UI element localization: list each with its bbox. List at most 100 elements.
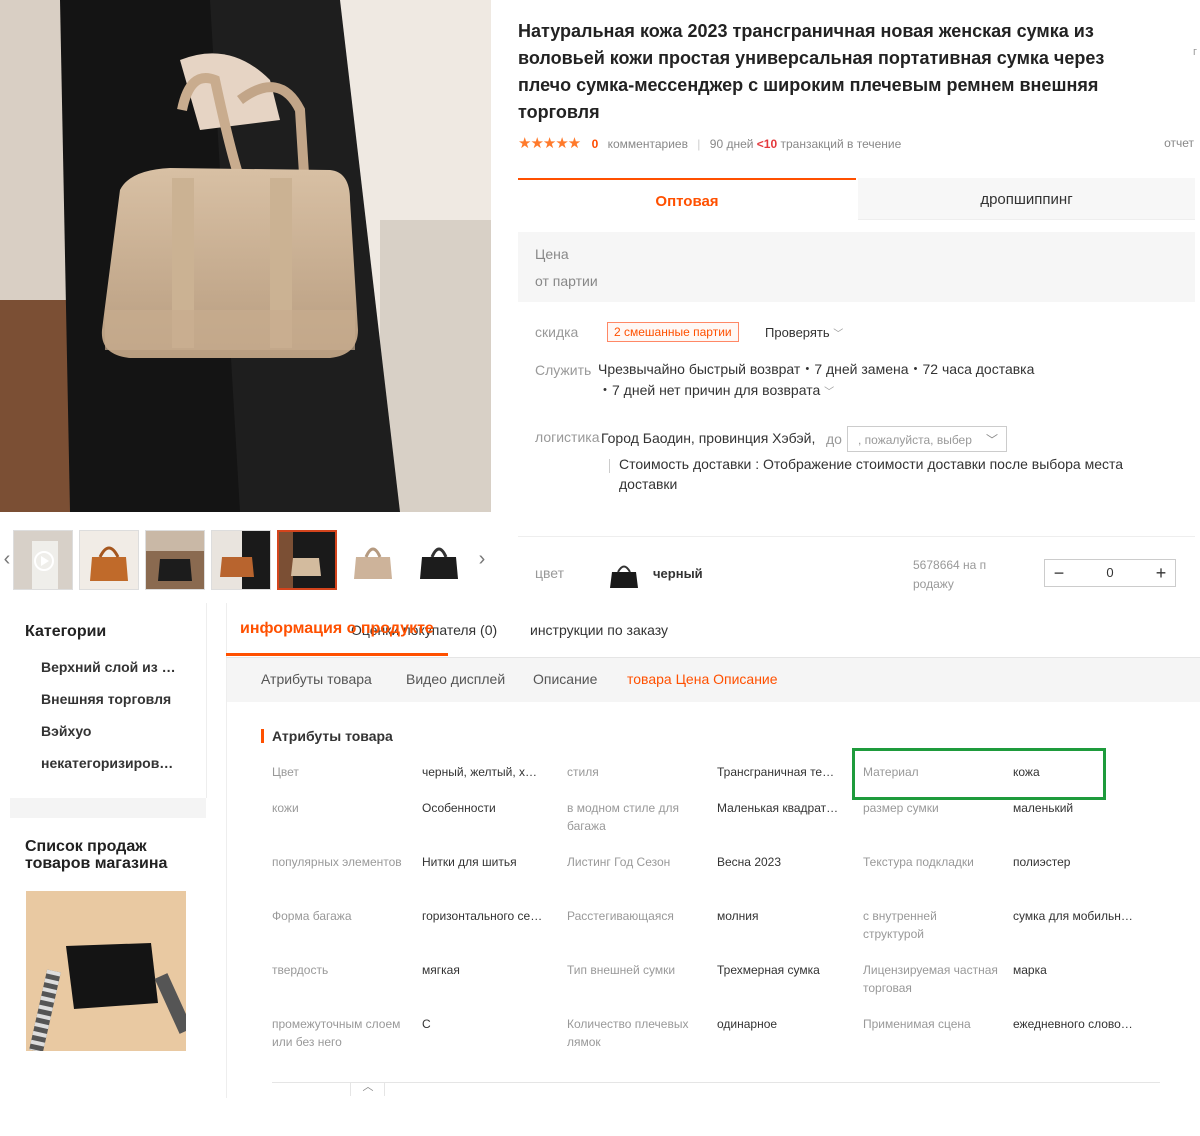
thumbs-prev-icon[interactable]: ‹ (0, 530, 14, 588)
subnav-price-description[interactable]: товара Цена Описание (627, 671, 778, 687)
thumbnail-beige-bag-active[interactable] (277, 530, 337, 590)
attribute-value: Нитки для шитья (422, 855, 517, 869)
attribute-value: ежедневного слово… (1013, 1017, 1133, 1031)
stock-line-1: 5678664 на п (913, 558, 987, 572)
thumbnail-brown-bag[interactable] (79, 530, 139, 590)
attribute-value: марка (1013, 963, 1047, 977)
subnav-attributes[interactable]: Атрибуты товара (261, 671, 372, 687)
attribute-value: Трансграничная те… (717, 765, 835, 779)
attribute-value: мягкая (422, 963, 460, 977)
quantity-stepper: − 0 + (1044, 559, 1176, 587)
attribute-value: кожа (1013, 765, 1040, 779)
transactions-label: транзакций в течение (780, 137, 902, 151)
attribute-key: размер сумки (863, 801, 939, 815)
shipping-divider (609, 459, 610, 473)
attribute-key: кожи (272, 801, 299, 815)
ship-to-label: до (826, 431, 842, 447)
attribute-value: одинарное (717, 1017, 778, 1031)
thumbnail-video[interactable] (13, 530, 73, 590)
service-line-1: Чрезвычайно быстрый возврат・7 дней замен… (598, 361, 1035, 377)
black-bag-white-image (410, 531, 468, 589)
product-title: Натуральная кожа 2023 трансграничная нов… (518, 21, 1105, 122)
attribute-key: Листинг Год Сезон (567, 855, 671, 869)
collapse-tab-right (384, 1082, 385, 1096)
discount-badge: 2 смешанные партии (607, 322, 739, 342)
black-bag-image (146, 531, 204, 589)
detail-subnav: Атрибуты товара Видео дисплей Описание т… (227, 658, 1200, 702)
category-item[interactable]: Внешняя торговля (41, 691, 191, 707)
plus-button[interactable]: + (1147, 560, 1175, 586)
tab-order-instructions[interactable]: инструкции по заказу (530, 622, 668, 638)
video-thumbnail-image (14, 531, 72, 589)
purchase-mode-tabs: Оптовая дропшиппинг (518, 178, 1195, 221)
thumbnail-black-bag[interactable] (145, 530, 205, 590)
attributes-title: Атрибуты товара (272, 728, 393, 744)
chevron-down-icon: ﹀ (985, 433, 998, 447)
attribute-key: Форма багажа (272, 909, 352, 923)
subnav-video[interactable]: Видео дисплей (406, 671, 505, 687)
handbag-photo (0, 0, 491, 512)
subnav-description[interactable]: Описание (533, 671, 597, 687)
attribute-key: Применимая сцена (863, 1017, 971, 1031)
price-panel: Цена от партии (518, 232, 1195, 302)
color-name[interactable]: черный (653, 566, 703, 581)
minus-button[interactable]: − (1045, 560, 1073, 586)
comment-count[interactable]: 0 (592, 137, 599, 151)
bottom-divider (272, 1082, 1160, 1083)
tab-wholesale[interactable]: Оптовая (518, 178, 856, 221)
thumbnail-beige-bag-white[interactable] (343, 530, 403, 590)
tab-product-info[interactable]: информация о продукте (240, 620, 434, 638)
attribute-value: Маленькая квадрат… (717, 801, 839, 815)
chevron-down-icon: ﹀ (833, 329, 844, 340)
thumbs-next-icon[interactable]: › (475, 530, 489, 588)
attribute-value: сумка для мобильн… (1013, 909, 1133, 923)
attribute-value: черный, желтый, х… (422, 765, 538, 779)
section-divider (518, 536, 1195, 537)
thumbnail-orange-bag-model[interactable] (211, 530, 271, 590)
chevron-down-icon: ﹀ (824, 387, 835, 398)
attribute-key: в модном стиле для багажа (567, 801, 679, 833)
color-label: цвет (535, 565, 565, 581)
color-swatch-black[interactable] (607, 560, 641, 590)
crossbody-bag-image (26, 891, 193, 1053)
detail-tabs: Оценки покупателя (0) информация о проду… (226, 603, 1200, 658)
collapse-up-icon[interactable]: ︿ (352, 1078, 384, 1094)
price-label: Цена (535, 246, 569, 262)
logistics-label: логистика (535, 429, 600, 445)
category-item[interactable]: Верхний слой из … (41, 659, 191, 675)
attribute-value: горизонтального се… (422, 909, 543, 923)
shipping-cost-note: Стоимость доставки : Отображение стоимос… (619, 456, 1124, 492)
attribute-value: полиэстер (1013, 855, 1071, 869)
category-item[interactable]: Вэйхуо (41, 723, 191, 739)
attribute-value: Особенности (422, 801, 496, 815)
service-line-2[interactable]: ・7 дней нет причин для возврата ﹀ (598, 380, 834, 400)
section-marker (261, 729, 264, 743)
tab-dropshipping[interactable]: дропшиппинг (858, 178, 1195, 220)
destination-select[interactable]: , пожалуйста, выбер ﹀ (847, 426, 1007, 452)
side-cutoff-text: г (1193, 46, 1198, 58)
attribute-value: С (422, 1017, 431, 1031)
main-product-photo[interactable] (0, 0, 491, 512)
comments-label[interactable]: комментариев (608, 137, 688, 151)
beige-bag-white-image (344, 531, 402, 589)
check-discount-link[interactable]: Проверять ﹀ (765, 325, 843, 340)
black-bag-swatch-icon (610, 565, 638, 588)
orange-bag-model-image (212, 531, 270, 589)
attribute-value: Трехмерная сумка (717, 963, 820, 977)
stock-info: 5678664 на п родажу (913, 556, 986, 594)
sales-product-card[interactable] (26, 891, 193, 1053)
attribute-key: с внутренней структурой (863, 909, 937, 941)
attribute-value: Весна 2023 (717, 855, 782, 869)
attribute-key: Материал (863, 765, 919, 779)
quantity-input[interactable]: 0 (1093, 560, 1127, 586)
service-line-2-text: ・7 дней нет причин для возврата (598, 382, 821, 398)
thumbnail-black-bag-white[interactable] (409, 530, 469, 590)
active-tab-underline (226, 653, 448, 656)
sales-list-title: Список продаж товаров магазина (25, 838, 168, 872)
report-link[interactable]: отчет (1164, 136, 1194, 150)
thumbnail-strip: ‹ › (0, 530, 491, 590)
attribute-key: Текстура подкладки (863, 855, 974, 869)
categories-title: Категории (25, 623, 107, 640)
category-item[interactable]: некатегоризиров… (41, 755, 191, 771)
attribute-key: твердость (272, 963, 329, 977)
